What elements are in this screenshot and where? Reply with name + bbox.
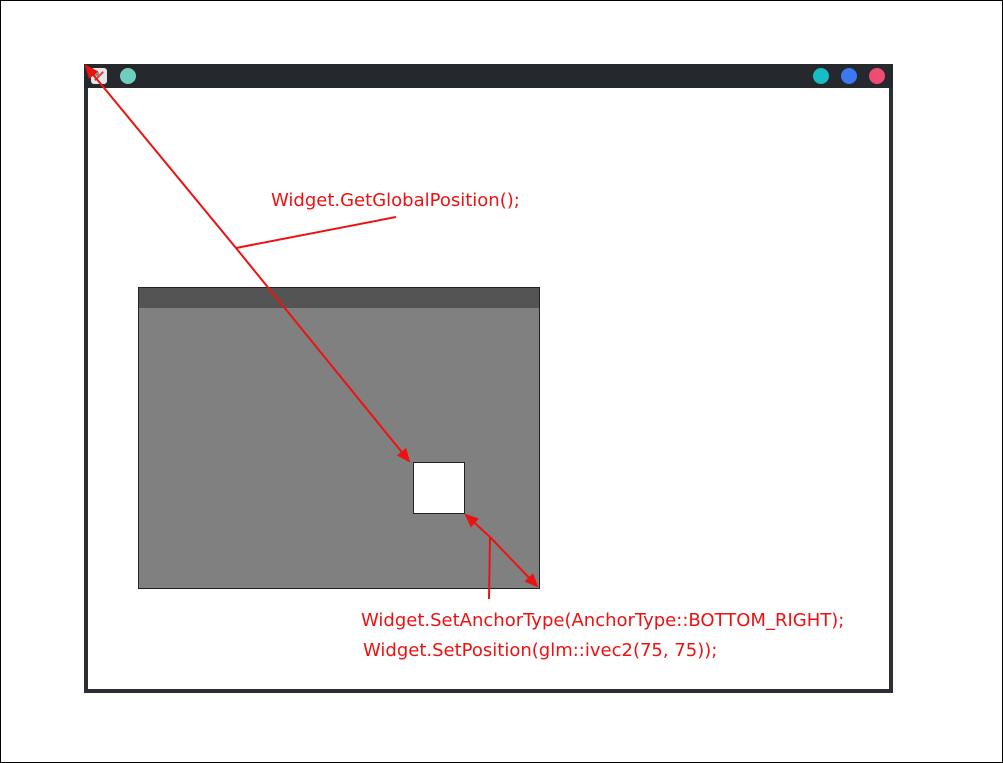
anchor-offset-arrow-down bbox=[489, 536, 539, 588]
anchor-offset-arrow-up bbox=[464, 513, 491, 538]
annotation-get-global-position: Widget.GetGlobalPosition(); bbox=[271, 190, 520, 211]
anchor-offset-leader bbox=[488, 536, 491, 600]
global-position-arrow-lower bbox=[235, 247, 411, 463]
global-position-leader bbox=[235, 216, 397, 249]
annotation-set-anchor-type: Widget.SetAnchorType(AnchorType::BOTTOM_… bbox=[361, 610, 845, 631]
annotation-set-position: Widget.SetPosition(glm::ivec2(75, 75)); bbox=[363, 640, 718, 661]
global-position-arrow bbox=[84, 64, 237, 249]
